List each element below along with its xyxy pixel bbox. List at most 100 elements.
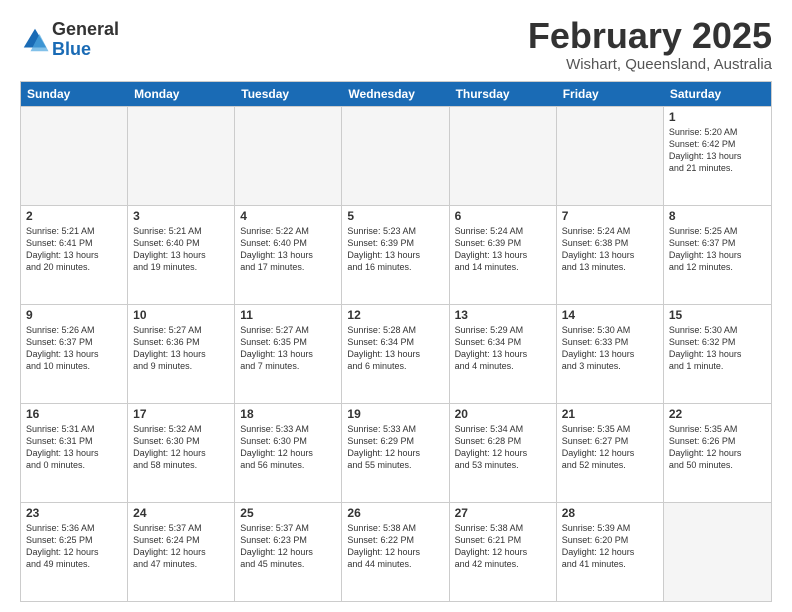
cal-cell: 22 Sunrise: 5:35 AM Sunset: 6:26 PM Dayli…: [664, 404, 771, 502]
day-number: 17: [133, 407, 229, 421]
day-info: Sunrise: 5:32 AM Sunset: 6:30 PM Dayligh…: [133, 423, 229, 472]
cal-cell: 25 Sunrise: 5:37 AM Sunset: 6:23 PM Dayli…: [235, 503, 342, 601]
day-number: 16: [26, 407, 122, 421]
header-day-thursday: Thursday: [450, 82, 557, 106]
calendar: SundayMondayTuesdayWednesdayThursdayFrid…: [20, 81, 772, 602]
cal-cell: 17 Sunrise: 5:32 AM Sunset: 6:30 PM Dayli…: [128, 404, 235, 502]
day-number: 12: [347, 308, 443, 322]
header-day-monday: Monday: [128, 82, 235, 106]
cal-cell: [664, 503, 771, 601]
cal-cell: 4 Sunrise: 5:22 AM Sunset: 6:40 PM Daylig…: [235, 206, 342, 304]
cal-cell: 23 Sunrise: 5:36 AM Sunset: 6:25 PM Dayli…: [21, 503, 128, 601]
cal-cell: 28Sunrise: 5:39 AM Sunset: 6:20 PM Dayli…: [557, 503, 664, 601]
week-row-4: 16 Sunrise: 5:31 AM Sunset: 6:31 PM Dayli…: [21, 403, 771, 502]
day-info: Sunrise: 5:34 AM Sunset: 6:28 PM Dayligh…: [455, 423, 551, 472]
week-row-5: 23 Sunrise: 5:36 AM Sunset: 6:25 PM Dayli…: [21, 502, 771, 601]
page: General Blue February 2025 Wishart, Quee…: [0, 0, 792, 612]
cal-cell: [450, 107, 557, 205]
location: Wishart, Queensland, Australia: [528, 56, 772, 73]
day-info: Sunrise: 5:33 AM Sunset: 6:30 PM Dayligh…: [240, 423, 336, 472]
day-info: Sunrise: 5:35 AM Sunset: 6:27 PM Dayligh…: [562, 423, 658, 472]
day-number: 21: [562, 407, 658, 421]
day-number: 22: [669, 407, 766, 421]
cal-cell: 12 Sunrise: 5:28 AM Sunset: 6:34 PM Dayli…: [342, 305, 449, 403]
cal-cell: [128, 107, 235, 205]
cal-cell: 16 Sunrise: 5:31 AM Sunset: 6:31 PM Dayli…: [21, 404, 128, 502]
day-info: Sunrise: 5:24 AM Sunset: 6:38 PM Dayligh…: [562, 225, 658, 274]
day-number: 14: [562, 308, 658, 322]
cal-cell: 18 Sunrise: 5:33 AM Sunset: 6:30 PM Dayli…: [235, 404, 342, 502]
header-day-saturday: Saturday: [664, 82, 771, 106]
day-info: Sunrise: 5:38 AM Sunset: 6:21 PM Dayligh…: [455, 522, 551, 571]
day-info: Sunrise: 5:31 AM Sunset: 6:31 PM Dayligh…: [26, 423, 122, 472]
day-info: Sunrise: 5:24 AM Sunset: 6:39 PM Dayligh…: [455, 225, 551, 274]
day-number: 1: [669, 110, 766, 124]
day-number: 25: [240, 506, 336, 520]
day-info: Sunrise: 5:22 AM Sunset: 6:40 PM Dayligh…: [240, 225, 336, 274]
cal-cell: 20 Sunrise: 5:34 AM Sunset: 6:28 PM Dayli…: [450, 404, 557, 502]
cal-cell: 6 Sunrise: 5:24 AM Sunset: 6:39 PM Daylig…: [450, 206, 557, 304]
logo-general: General: [52, 20, 119, 40]
cal-cell: 19 Sunrise: 5:33 AM Sunset: 6:29 PM Dayli…: [342, 404, 449, 502]
header-day-sunday: Sunday: [21, 82, 128, 106]
day-number: 26: [347, 506, 443, 520]
cal-cell: 9 Sunrise: 5:26 AM Sunset: 6:37 PM Daylig…: [21, 305, 128, 403]
day-number: 9: [26, 308, 122, 322]
cal-cell: 14 Sunrise: 5:30 AM Sunset: 6:33 PM Dayli…: [557, 305, 664, 403]
day-number: 7: [562, 209, 658, 223]
day-info: Sunrise: 5:30 AM Sunset: 6:33 PM Dayligh…: [562, 324, 658, 373]
day-number: 23: [26, 506, 122, 520]
day-info: Sunrise: 5:35 AM Sunset: 6:26 PM Dayligh…: [669, 423, 766, 472]
header: General Blue February 2025 Wishart, Quee…: [20, 16, 772, 73]
day-info: Sunrise: 5:26 AM Sunset: 6:37 PM Dayligh…: [26, 324, 122, 373]
day-number: 19: [347, 407, 443, 421]
title-section: February 2025 Wishart, Queensland, Austr…: [528, 16, 772, 73]
day-info: Sunrise: 5:37 AM Sunset: 6:23 PM Dayligh…: [240, 522, 336, 571]
day-number: 2: [26, 209, 122, 223]
cal-cell: 5Sunrise: 5:23 AM Sunset: 6:39 PM Daylig…: [342, 206, 449, 304]
logo-blue: Blue: [52, 40, 119, 60]
cal-cell: 15Sunrise: 5:30 AM Sunset: 6:32 PM Dayli…: [664, 305, 771, 403]
cal-cell: 13Sunrise: 5:29 AM Sunset: 6:34 PM Dayli…: [450, 305, 557, 403]
day-number: 28: [562, 506, 658, 520]
day-number: 20: [455, 407, 551, 421]
day-info: Sunrise: 5:21 AM Sunset: 6:40 PM Dayligh…: [133, 225, 229, 274]
cal-cell: [557, 107, 664, 205]
day-number: 13: [455, 308, 551, 322]
day-number: 27: [455, 506, 551, 520]
day-info: Sunrise: 5:27 AM Sunset: 6:36 PM Dayligh…: [133, 324, 229, 373]
logo-text: General Blue: [52, 20, 119, 60]
day-info: Sunrise: 5:33 AM Sunset: 6:29 PM Dayligh…: [347, 423, 443, 472]
day-number: 15: [669, 308, 766, 322]
cal-cell: 10Sunrise: 5:27 AM Sunset: 6:36 PM Dayli…: [128, 305, 235, 403]
cal-cell: [342, 107, 449, 205]
cal-cell: 11Sunrise: 5:27 AM Sunset: 6:35 PM Dayli…: [235, 305, 342, 403]
header-day-tuesday: Tuesday: [235, 82, 342, 106]
cal-cell: 8 Sunrise: 5:25 AM Sunset: 6:37 PM Daylig…: [664, 206, 771, 304]
day-number: 8: [669, 209, 766, 223]
day-number: 24: [133, 506, 229, 520]
cal-cell: 26 Sunrise: 5:38 AM Sunset: 6:22 PM Dayli…: [342, 503, 449, 601]
day-info: Sunrise: 5:28 AM Sunset: 6:34 PM Dayligh…: [347, 324, 443, 373]
day-number: 3: [133, 209, 229, 223]
cal-cell: 3 Sunrise: 5:21 AM Sunset: 6:40 PM Daylig…: [128, 206, 235, 304]
calendar-header: SundayMondayTuesdayWednesdayThursdayFrid…: [21, 82, 771, 106]
day-info: Sunrise: 5:23 AM Sunset: 6:39 PM Dayligh…: [347, 225, 443, 274]
week-row-1: 1 Sunrise: 5:20 AM Sunset: 6:42 PM Daylig…: [21, 106, 771, 205]
cal-cell: [21, 107, 128, 205]
week-row-2: 2Sunrise: 5:21 AM Sunset: 6:41 PM Daylig…: [21, 205, 771, 304]
day-info: Sunrise: 5:20 AM Sunset: 6:42 PM Dayligh…: [669, 126, 766, 175]
cal-cell: 1 Sunrise: 5:20 AM Sunset: 6:42 PM Daylig…: [664, 107, 771, 205]
month-title: February 2025: [528, 16, 772, 56]
day-number: 18: [240, 407, 336, 421]
day-number: 11: [240, 308, 336, 322]
day-info: Sunrise: 5:36 AM Sunset: 6:25 PM Dayligh…: [26, 522, 122, 571]
day-number: 6: [455, 209, 551, 223]
day-info: Sunrise: 5:25 AM Sunset: 6:37 PM Dayligh…: [669, 225, 766, 274]
logo-icon: [20, 25, 50, 55]
calendar-body: 1 Sunrise: 5:20 AM Sunset: 6:42 PM Daylig…: [21, 106, 771, 601]
day-info: Sunrise: 5:38 AM Sunset: 6:22 PM Dayligh…: [347, 522, 443, 571]
header-day-friday: Friday: [557, 82, 664, 106]
cal-cell: 21 Sunrise: 5:35 AM Sunset: 6:27 PM Dayli…: [557, 404, 664, 502]
day-number: 4: [240, 209, 336, 223]
